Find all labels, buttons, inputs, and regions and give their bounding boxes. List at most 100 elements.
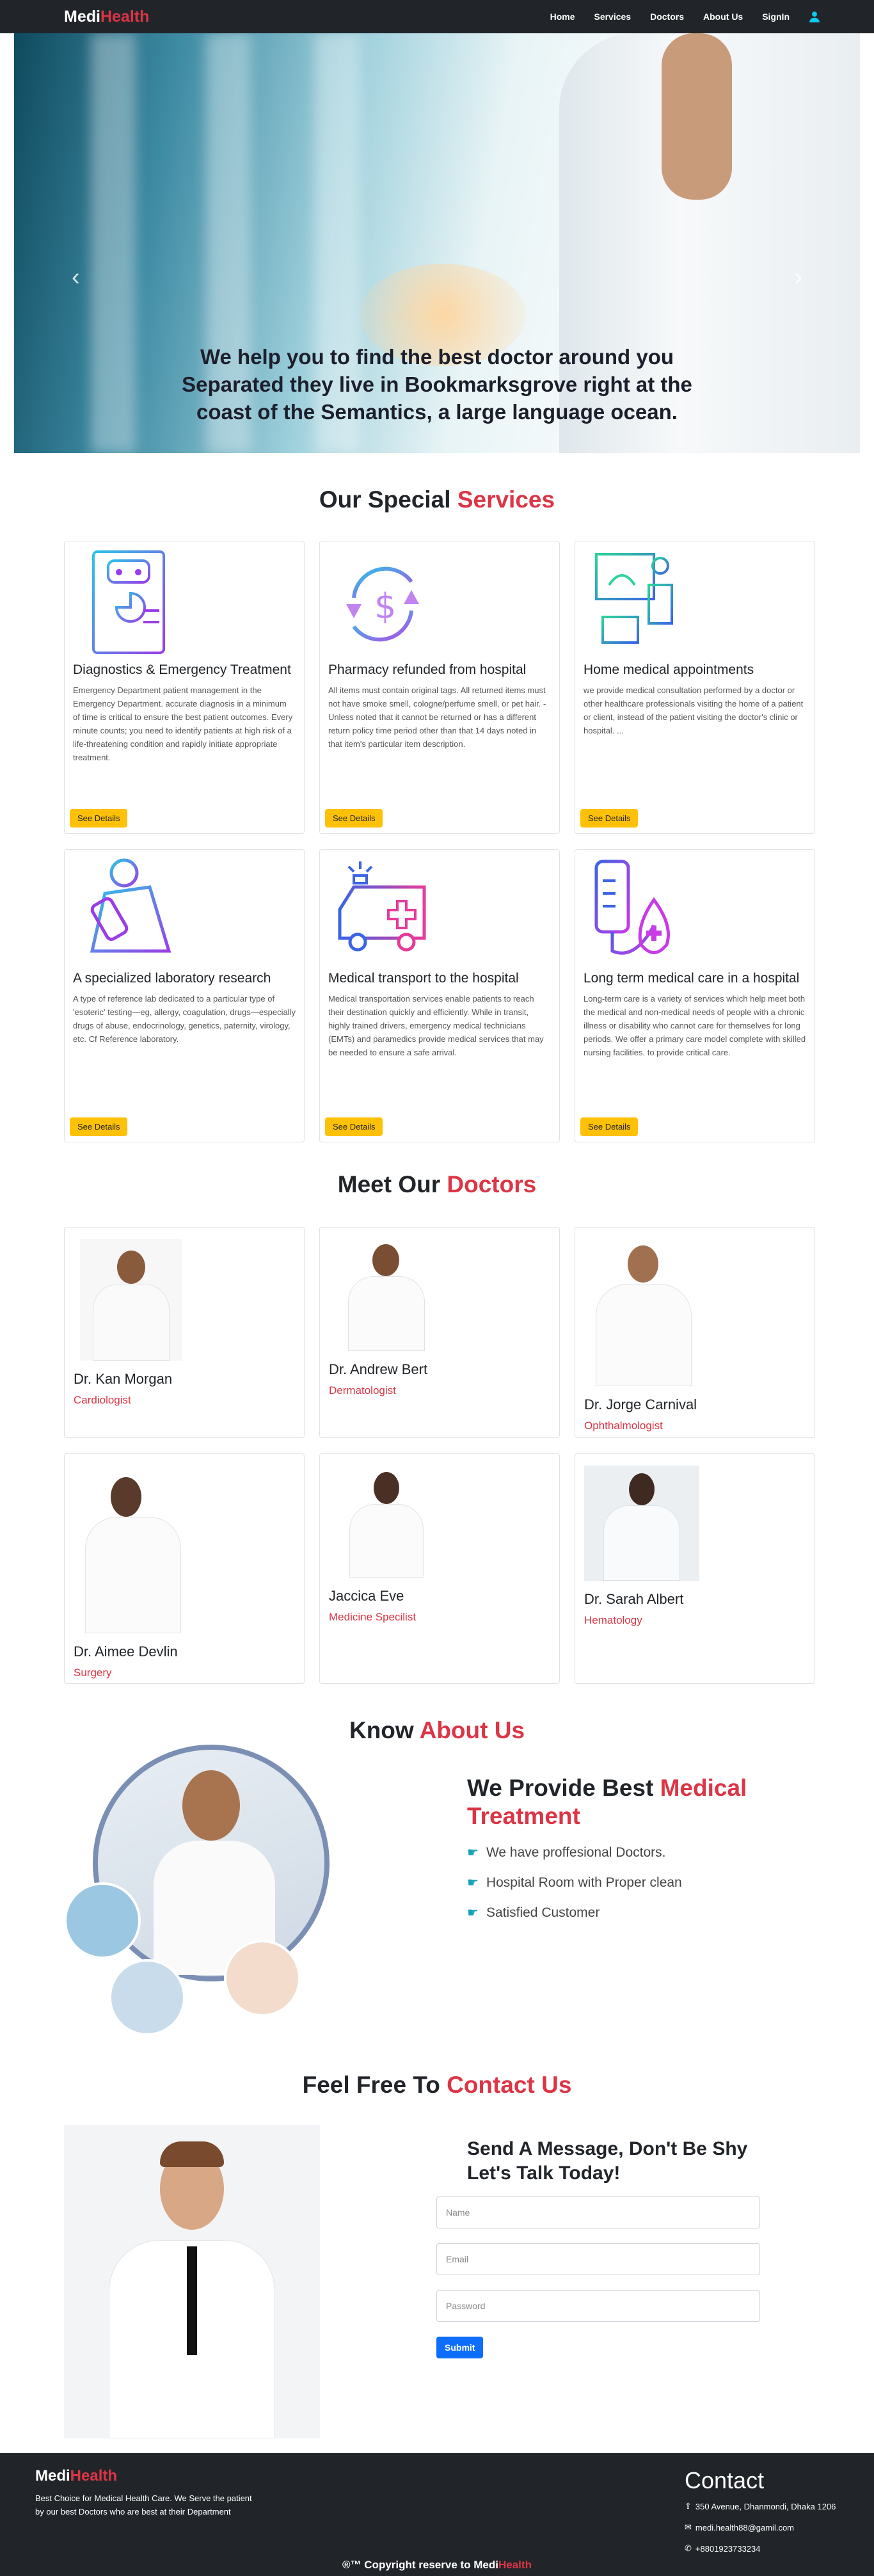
svg-text:$: $ <box>374 586 396 627</box>
see-details-button[interactable]: See Details <box>580 1117 639 1136</box>
submit-button[interactable]: Submit <box>436 2337 484 2358</box>
service-description: Medical transportation services enable p… <box>328 994 544 1057</box>
about-point: ☛ Satisfied Customer <box>467 1905 600 1921</box>
doctor-name: Dr. Jorge Carnival <box>584 1396 697 1412</box>
nav-doctors[interactable]: Doctors <box>650 12 684 22</box>
footer-phone[interactable]: ✆ +8801923733234 <box>685 2543 761 2554</box>
see-details-button[interactable]: See Details <box>70 1117 128 1136</box>
nav-services[interactable]: Services <box>594 12 631 22</box>
about-title: Know About Us <box>349 1717 525 1743</box>
pointing-hand-icon: ☛ <box>467 1876 479 1890</box>
doctor-specialty: Hematology <box>584 1614 642 1626</box>
footer-address: ⇪ 350 Avenue, Dhanmondi, Dhaka 1206 <box>685 2501 836 2511</box>
about-point: ☛ We have proffesional Doctors. <box>467 1844 666 1860</box>
ambulance-icon <box>338 861 426 952</box>
doctor-specialty: Surgery <box>74 1667 112 1679</box>
contact-doctor-image <box>64 2125 320 2438</box>
doctor-card[interactable]: Dr. Aimee Devlin Surgery <box>64 1453 305 1684</box>
footer-contact-title: Contact <box>685 2467 765 2493</box>
contact-title: Feel Free To Contact Us <box>302 2072 572 2098</box>
doctor-photo <box>584 1239 699 1386</box>
footer-brand[interactable]: MediHealth <box>35 2467 117 2485</box>
service-card: A specialized laboratory research A type… <box>64 849 305 1142</box>
service-card: Medical transport to the hospital Medica… <box>319 849 560 1142</box>
hero-carousel: ‹ › We help you to find the best doctor … <box>14 33 860 453</box>
navbar: MediHealth Home Services Doctors About U… <box>0 0 874 33</box>
carousel-prev-icon[interactable]: ‹ <box>72 264 80 291</box>
name-input[interactable] <box>436 2196 760 2228</box>
service-title: A specialized laboratory research <box>73 971 271 986</box>
footer-email[interactable]: ✉ medi.health88@gamil.com <box>685 2522 794 2532</box>
doctor-card[interactable]: Dr. Kan Morgan Cardiologist <box>64 1227 305 1438</box>
service-title: Pharmacy refunded from hospital <box>328 662 527 677</box>
service-description: we provide medical consultation performe… <box>584 685 804 735</box>
doctor-specialty: Medicine Specilist <box>329 1611 417 1623</box>
contact-form: Submit <box>436 2196 760 2358</box>
location-icon: ⇪ <box>685 2501 692 2511</box>
doctor-card[interactable]: Dr. Sarah Albert Hematology <box>575 1453 815 1684</box>
dollar-refund-icon: $ <box>346 566 419 642</box>
doctor-name: Dr. Aimee Devlin <box>74 1644 178 1660</box>
service-description: Emergency Department patient management … <box>73 685 293 762</box>
doctor-photo <box>335 1239 438 1351</box>
service-title: Diagnostics & Emergency Treatment <box>73 662 291 677</box>
doctor-specialty: Cardiologist <box>74 1394 131 1406</box>
password-input[interactable] <box>436 2290 760 2322</box>
carousel-next-icon[interactable]: › <box>794 264 802 291</box>
nav-signin[interactable]: SignIn <box>762 12 790 22</box>
pointing-hand-icon: ☛ <box>467 1846 479 1860</box>
service-title: Medical transport to the hospital <box>328 971 519 986</box>
doctor-photo <box>80 1239 182 1361</box>
footer: MediHealth Best Choice for Medical Healt… <box>0 2453 874 2576</box>
doctor-card[interactable]: Dr. Jorge Carnival Ophthalmologist <box>575 1227 815 1438</box>
service-title: Home medical appointments <box>584 662 754 677</box>
doctor-specialty: Ophthalmologist <box>584 1420 663 1432</box>
brand-logo[interactable]: MediHealth <box>64 8 149 26</box>
services-title: Our Special Services <box>319 486 555 513</box>
doctor-photo <box>584 1466 699 1581</box>
contact-heading: Send A Message, Don't Be Shy Let's Talk … <box>467 2138 748 2184</box>
nav-home[interactable]: Home <box>550 12 575 22</box>
copyright: ®™ Copyright reserve to MediHealth <box>342 2559 532 2571</box>
microscope-icon <box>86 858 171 958</box>
doctor-card[interactable]: Jaccica Eve Medicine Specilist <box>319 1453 560 1684</box>
service-card: $ Pharmacy refunded from hospital All it… <box>319 541 560 834</box>
doctor-name: Dr. Andrew Bert <box>329 1361 428 1377</box>
iv-drip-icon <box>594 860 670 955</box>
service-description: All items must contain original tags. Al… <box>328 685 546 749</box>
email-input[interactable] <box>436 2243 760 2275</box>
doctor-name: Dr. Kan Morgan <box>74 1371 173 1387</box>
service-description: Long-term care is a variety of services … <box>584 994 806 1057</box>
about-image-collage <box>64 1745 339 2039</box>
phone-icon: ✆ <box>685 2543 692 2553</box>
doctor-photo <box>335 1466 438 1578</box>
doctors-title: Meet Our Doctors <box>337 1171 537 1197</box>
service-card: Long term medical care in a hospital Lon… <box>575 849 815 1142</box>
about-heading: We Provide Best Medical Treatment <box>467 1775 747 1829</box>
home-doctor-icon <box>595 553 679 649</box>
doctor-name: Jaccica Eve <box>329 1588 404 1604</box>
nav-about-us[interactable]: About Us <box>703 12 743 22</box>
hero-caption: We help you to find the best doctor arou… <box>182 345 692 424</box>
doctor-specialty: Dermatologist <box>329 1384 396 1396</box>
about-point: ☛ Hospital Room with Proper clean <box>467 1875 682 1891</box>
see-details-button[interactable]: See Details <box>325 1117 383 1136</box>
see-details-button[interactable]: See Details <box>580 809 639 828</box>
see-details-button[interactable]: See Details <box>70 809 128 828</box>
pointing-hand-icon: ☛ <box>467 1906 479 1920</box>
doctor-photo <box>74 1466 189 1633</box>
service-card: Home medical appointments we provide med… <box>575 541 815 834</box>
doctor-name: Dr. Sarah Albert <box>584 1591 684 1607</box>
footer-tagline: Best Choice for Medical Health Care. We … <box>35 2493 252 2516</box>
doctor-card[interactable]: Dr. Andrew Bert Dermatologist <box>319 1227 560 1438</box>
see-details-button[interactable]: See Details <box>325 809 383 828</box>
robot-report-icon <box>92 550 165 654</box>
services-grid: Diagnostics & Emergency Treatment Emerge… <box>64 541 816 1142</box>
envelope-icon: ✉ <box>685 2522 692 2532</box>
service-card: Diagnostics & Emergency Treatment Emerge… <box>64 541 305 834</box>
nav-links: Home Services Doctors About Us SignIn <box>550 11 820 22</box>
service-description: A type of reference lab dedicated to a p… <box>73 994 296 1044</box>
user-icon[interactable] <box>809 11 820 22</box>
service-title: Long term medical care in a hospital <box>584 971 800 986</box>
about-content: We Provide Best Medical Treatment ☛ We ha… <box>467 1774 800 1921</box>
